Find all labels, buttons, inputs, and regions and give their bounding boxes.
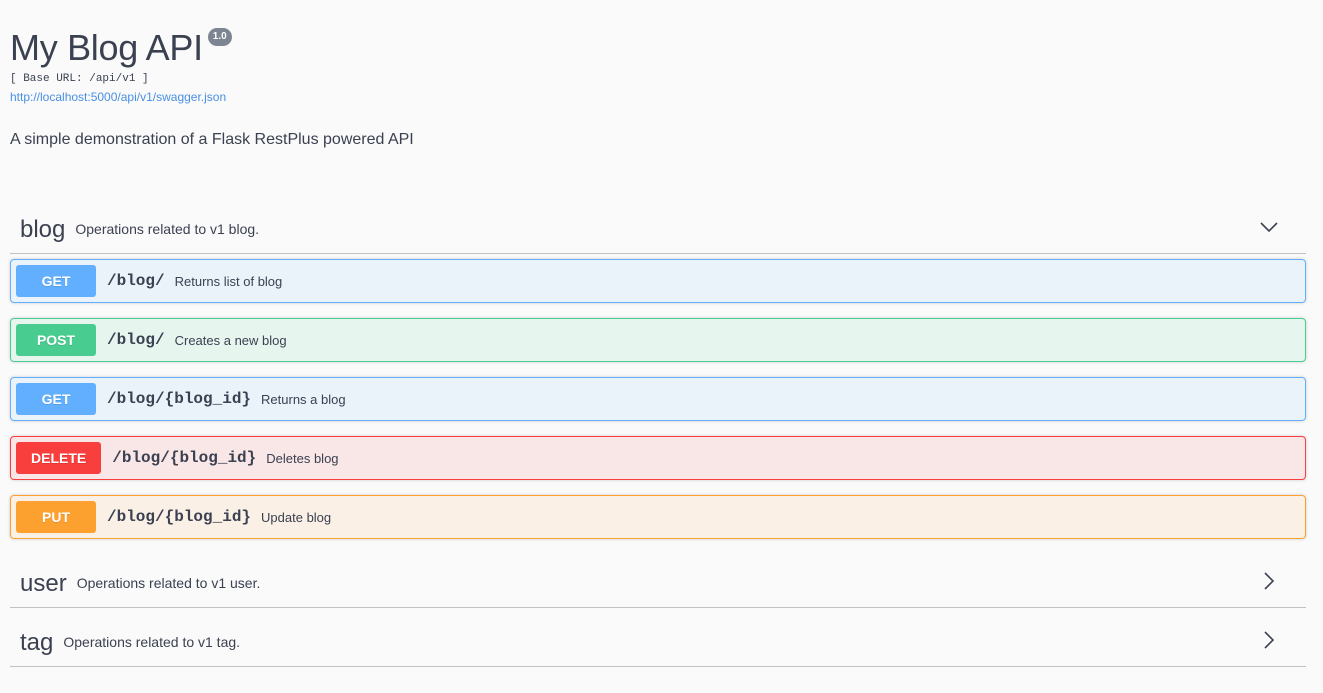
operation-path: /blog/{blog_id} [112, 449, 257, 467]
method-badge: DELETE [16, 442, 102, 474]
tag-name: blog [20, 215, 66, 243]
operation-get-blog[interactable]: GET /blog/{blog_id} Returns a blog [10, 377, 1306, 421]
operation-delete-blog[interactable]: DELETE /blog/{blog_id} Deletes blog [10, 436, 1306, 480]
operation-path: /blog/ [107, 331, 165, 349]
chevron-down-icon[interactable] [1258, 216, 1280, 238]
tag-header-blog[interactable]: blog Operations related to v1 blog. [10, 200, 1306, 254]
chevron-right-icon[interactable] [1258, 570, 1280, 592]
tag-description: Operations related to v1 tag. [63, 633, 241, 650]
tag-section-blog: blog Operations related to v1 blog. [10, 200, 1306, 254]
method-badge: GET [16, 265, 96, 297]
tag-name: tag [20, 628, 54, 656]
operation-path: /blog/{blog_id} [107, 508, 252, 526]
operation-post-blog[interactable]: POST /blog/ Creates a new blog [10, 318, 1306, 362]
operation-summary: Creates a new blog [174, 332, 287, 348]
tag-section-tag: tag Operations related to v1 tag. [10, 613, 1306, 667]
title-row: My Blog API 1.0 [10, 26, 1306, 70]
tag-header-tag[interactable]: tag Operations related to v1 tag. [10, 613, 1306, 667]
version-badge: 1.0 [207, 28, 232, 46]
operation-summary: Update blog [261, 509, 332, 525]
method-badge: GET [16, 383, 96, 415]
operation-path: /blog/ [107, 272, 165, 290]
api-description: A simple demonstration of a Flask RestPl… [10, 131, 414, 148]
method-badge: PUT [16, 501, 96, 533]
operation-path: /blog/{blog_id} [107, 390, 252, 408]
swagger-json-link[interactable]: http://localhost:5000/api/v1/swagger.jso… [10, 90, 226, 104]
operation-summary: Returns list of blog [174, 273, 283, 289]
tag-header-user[interactable]: user Operations related to v1 user. [10, 554, 1306, 608]
method-badge: POST [16, 324, 96, 356]
tag-section-user: user Operations related to v1 user. [10, 554, 1306, 608]
operation-put-blog[interactable]: PUT /blog/{blog_id} Update blog [10, 495, 1306, 539]
operation-summary: Returns a blog [261, 391, 346, 407]
operation-summary: Deletes blog [266, 450, 339, 466]
chevron-right-icon[interactable] [1258, 629, 1280, 651]
tag-description: Operations related to v1 blog. [75, 220, 260, 237]
api-info: My Blog API 1.0 [ Base URL: /api/v1 ] ht… [10, 26, 1306, 148]
api-title: My Blog API [10, 27, 203, 68]
tag-description: Operations related to v1 user. [76, 574, 261, 591]
tag-name: user [20, 569, 67, 597]
operation-get-blog-list[interactable]: GET /blog/ Returns list of blog [10, 259, 1306, 303]
base-url: [ Base URL: /api/v1 ] [10, 73, 149, 85]
